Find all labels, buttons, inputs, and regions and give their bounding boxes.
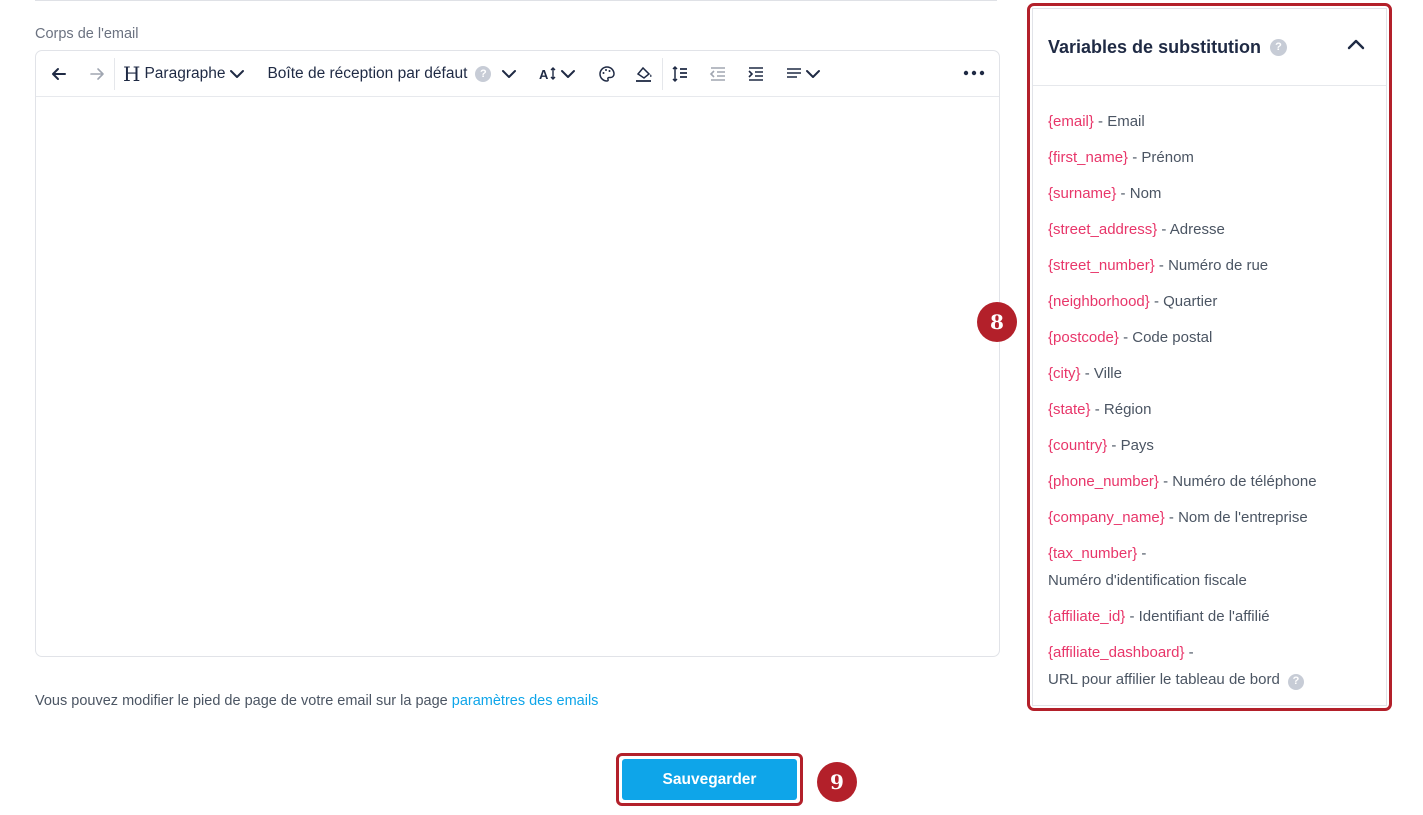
- footer-note-text: Vous pouvez modifier le pied de page de …: [35, 693, 448, 709]
- variable-description: Ville: [1093, 365, 1122, 382]
- variable-description: Région: [1103, 401, 1152, 418]
- undo-button[interactable]: [50, 65, 68, 83]
- chevron-down-icon: [502, 69, 517, 78]
- more-options-button[interactable]: [963, 64, 985, 82]
- variable-item: {city} - Ville: [1048, 365, 1122, 382]
- variable-token[interactable]: {state}: [1048, 401, 1091, 418]
- inbox-label: Boîte de réception par défaut: [267, 64, 468, 82]
- paragraph-style-dropdown[interactable]: H Paragraphe: [123, 64, 245, 84]
- highlight-color-button[interactable]: [634, 65, 654, 83]
- variable-description: Numéro de téléphone: [1172, 473, 1317, 490]
- variable-description: Quartier: [1163, 293, 1218, 310]
- variable-description: URL pour affilier le tableau de bord: [1048, 671, 1280, 688]
- variable-item: {state} - Région: [1048, 401, 1152, 418]
- variable-item: {surname} - Nom: [1048, 185, 1162, 202]
- help-icon[interactable]: ?: [475, 65, 492, 82]
- variable-token[interactable]: {surname}: [1048, 185, 1116, 202]
- variable-token[interactable]: {tax_number}: [1048, 545, 1137, 562]
- indent-button[interactable]: [747, 65, 765, 83]
- align-left-icon: [787, 67, 802, 78]
- variable-description: Nom: [1129, 185, 1162, 202]
- variables-list: {email} - Email {first_name} - Prénom {s…: [1048, 108, 1380, 693]
- variable-item: {neighborhood} - Quartier: [1048, 293, 1218, 310]
- variable-token[interactable]: {city}: [1048, 365, 1081, 382]
- variable-token[interactable]: {affiliate_id}: [1048, 608, 1125, 625]
- variable-item: {postcode} - Code postal: [1048, 329, 1213, 346]
- variable-description: Adresse: [1169, 221, 1225, 238]
- variable-token[interactable]: {street_address}: [1048, 221, 1157, 238]
- help-icon[interactable]: ?: [1287, 673, 1304, 690]
- collapse-button[interactable]: [1346, 37, 1366, 56]
- variable-item: {affiliate_id} - Identifiant de l'affili…: [1048, 608, 1270, 625]
- fill-bucket-icon: [636, 66, 652, 82]
- variable-token[interactable]: {first_name}: [1048, 149, 1128, 166]
- annotation-badge-8: 8: [977, 302, 1017, 342]
- footer-note: Vous pouvez modifier le pied de page de …: [35, 693, 598, 709]
- chevron-up-icon: [1347, 39, 1365, 50]
- email-settings-link[interactable]: paramètres des emails: [452, 693, 599, 709]
- annotation-badge-9: 9: [817, 762, 857, 802]
- save-button-highlight: Sauvegarder: [616, 753, 803, 806]
- variable-description: Pays: [1120, 437, 1154, 454]
- email-body-label: Corps de l'email: [35, 26, 139, 42]
- variable-item: {street_number} - Numéro de rue: [1048, 257, 1269, 274]
- variable-description: Nom de l'entreprise: [1178, 509, 1308, 526]
- variable-item: {phone_number} - Numéro de téléphone: [1048, 473, 1317, 490]
- toolbar-separator: [114, 57, 115, 90]
- variable-token[interactable]: {neighborhood}: [1048, 293, 1150, 310]
- variable-token[interactable]: {postcode}: [1048, 329, 1119, 346]
- more-horizontal-icon: [963, 70, 985, 76]
- variable-token[interactable]: {street_number}: [1048, 257, 1155, 274]
- variable-token[interactable]: {country}: [1048, 437, 1107, 454]
- inbox-dropdown[interactable]: Boîte de réception par défaut ?: [267, 65, 517, 83]
- variable-item: {email} - Email: [1048, 113, 1145, 130]
- variable-token[interactable]: {email}: [1048, 113, 1094, 130]
- variable-token[interactable]: {affiliate_dashboard}: [1048, 644, 1185, 661]
- arrow-right-icon: [90, 67, 104, 80]
- variables-panel-header[interactable]: Variables de substitution ?: [1033, 9, 1386, 86]
- variable-item: {first_name} - Prénom: [1048, 149, 1194, 166]
- editor-content-area[interactable]: [36, 97, 999, 657]
- indent-icon: [748, 66, 764, 81]
- align-dropdown[interactable]: [785, 65, 821, 83]
- arrow-left-icon: [52, 67, 66, 80]
- redo-button[interactable]: [88, 65, 106, 83]
- chevron-down-icon: [230, 69, 245, 78]
- variable-description: Numéro d'identification fiscale: [1048, 572, 1247, 589]
- help-icon[interactable]: ?: [1270, 38, 1288, 56]
- variable-description: Email: [1107, 113, 1145, 130]
- variables-panel-title: Variables de substitution: [1048, 36, 1262, 57]
- variable-description: Identifiant de l'affilié: [1138, 608, 1270, 625]
- font-size-dropdown[interactable]: A: [539, 65, 576, 83]
- paragraph-style-label: Paragraphe: [144, 64, 226, 82]
- line-height-icon: [672, 65, 688, 82]
- variable-token[interactable]: {company_name}: [1048, 509, 1165, 526]
- top-divider: [35, 0, 997, 1]
- variables-panel: Variables de substitution ? {email} - Em…: [1032, 8, 1387, 706]
- heading-icon: H: [123, 61, 141, 86]
- variable-item: {affiliate_dashboard} - URL pour affilier…: [1048, 639, 1380, 693]
- variable-item: {tax_number} - Numéro d'identification fi…: [1048, 545, 1247, 589]
- font-size-icon: A: [539, 67, 556, 82]
- variable-item: {company_name} - Nom de l'entreprise: [1048, 509, 1308, 526]
- variables-panel-highlight: Variables de substitution ? {email} - Em…: [1027, 3, 1392, 711]
- variable-item: {street_address} - Adresse: [1048, 221, 1225, 238]
- save-button[interactable]: Sauvegarder: [622, 759, 797, 800]
- variable-description: Prénom: [1141, 149, 1194, 166]
- variable-description: Numéro de rue: [1168, 257, 1269, 274]
- svg-text:A: A: [539, 67, 549, 82]
- chevron-down-icon: [806, 69, 821, 78]
- variable-token[interactable]: {phone_number}: [1048, 473, 1159, 490]
- variable-description: Code postal: [1132, 329, 1213, 346]
- line-height-button[interactable]: [671, 65, 689, 83]
- chevron-down-icon: [561, 69, 576, 78]
- text-color-button[interactable]: [598, 65, 616, 83]
- editor-toolbar: H Paragraphe Boîte de réception par défa…: [36, 51, 999, 97]
- toolbar-separator: [662, 57, 664, 90]
- variable-item: {country} - Pays: [1048, 437, 1154, 454]
- outdent-button[interactable]: [709, 65, 727, 83]
- palette-icon: [599, 65, 616, 82]
- email-body-editor: H Paragraphe Boîte de réception par défa…: [35, 50, 1000, 657]
- outdent-icon: [710, 66, 726, 81]
